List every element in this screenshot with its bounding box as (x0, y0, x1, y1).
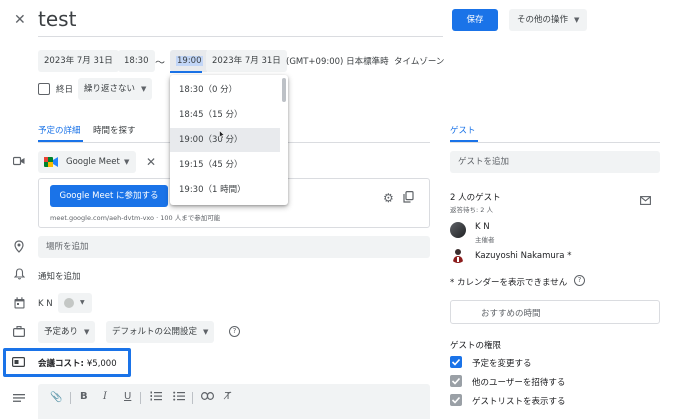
time-option[interactable]: 18:45（15 分） (170, 103, 280, 127)
permission-label: 他のユーザーを招待する (472, 378, 566, 388)
toolbar-divider (192, 392, 193, 404)
italic-icon[interactable]: I (103, 391, 107, 402)
chevron-down-icon: ▼ (124, 158, 130, 166)
end-date-button[interactable]: 2023年 7月 31日 (206, 50, 287, 72)
title-underline (38, 36, 443, 37)
tab-guests[interactable]: ゲスト (450, 124, 476, 136)
guest-name: Kazuyoshi Nakamura * (475, 251, 572, 261)
google-meet-icon (44, 156, 58, 171)
help-icon[interactable]: ? (229, 326, 240, 337)
meet-link[interactable]: meet.google.com/aeh-dvtm-vxo · 100 人まで参加… (50, 212, 220, 222)
close-icon[interactable]: ✕ (14, 12, 26, 28)
avatar (450, 247, 466, 263)
time-option[interactable]: 19:15（45 分） (170, 153, 280, 177)
permission-checkbox-invite[interactable] (450, 375, 462, 387)
visibility-dropdown[interactable]: デフォルトの公開設定 ▼ (106, 321, 215, 343)
more-actions-label: その他の操作 (517, 15, 569, 25)
end-time-underline (170, 71, 202, 73)
help-icon[interactable]: ? (574, 275, 585, 286)
location-input[interactable]: 場所を追加 (38, 236, 430, 258)
chevron-down-icon: ▼ (203, 328, 209, 336)
color-dot (64, 298, 74, 308)
toolbar-divider (70, 392, 71, 404)
calendar-icon (14, 297, 25, 311)
clear-format-icon[interactable]: T̸ (225, 391, 231, 402)
video-icon (12, 156, 25, 168)
time-option[interactable]: 18:30（0 分） (170, 78, 280, 102)
timezone-label: (GMT+09:00) 日本標準時 (286, 57, 389, 67)
repeat-dropdown[interactable]: 繰り返さない ▼ (78, 78, 153, 100)
range-separator: 〜 (155, 58, 165, 69)
permission-label: 予定を変更する (472, 359, 532, 369)
guest-permissions-title: ゲストの権限 (450, 341, 502, 351)
bulleted-list-icon[interactable] (173, 391, 185, 404)
money-icon (12, 357, 26, 369)
location-pin-icon (14, 240, 24, 255)
time-option-selected[interactable]: 19:00（30 分） (170, 128, 280, 152)
suggested-times-button[interactable]: おすすめの時間 (450, 300, 660, 324)
end-time-value: 19:00 (176, 56, 203, 66)
suggested-times-label: おすすめの時間 (481, 309, 541, 319)
bell-icon (13, 268, 26, 282)
meeting-cost-label: 会議コスト: (38, 359, 84, 369)
availability-dropdown[interactable]: 予定あり ▼ (38, 321, 96, 343)
bold-icon[interactable]: B (80, 391, 88, 402)
repeat-label: 繰り返さない (84, 84, 136, 94)
start-date-button[interactable]: 2023年 7月 31日 (38, 50, 119, 72)
meeting-cost-value: ¥5,000 (86, 359, 117, 369)
end-time-dropdown: 18:30（0 分） 18:45（15 分） 19:00（30 分） 19:15… (170, 75, 288, 205)
guest-name: K N (475, 222, 490, 232)
email-guests-icon[interactable] (640, 196, 651, 208)
dropdown-scrollbar[interactable] (282, 78, 286, 102)
avatar (450, 222, 466, 238)
attachment-icon[interactable]: 📎 (50, 392, 62, 403)
meeting-cost: 会議コスト: ¥5,000 (38, 357, 117, 369)
allday-checkbox[interactable] (38, 83, 50, 95)
toolbar-divider (140, 392, 141, 404)
add-guest-input[interactable]: ゲストを追加 (450, 151, 660, 173)
start-time-button[interactable]: 18:30 (118, 50, 155, 72)
more-actions-button[interactable]: その他の操作 ▼ (509, 9, 588, 31)
calendar-owner-label: K N (38, 299, 53, 309)
allday-label: 終日 (56, 85, 74, 95)
availability-label: 予定あり (44, 327, 79, 337)
calendar-color-picker[interactable]: ▼ (58, 293, 92, 313)
guests-tab-divider (450, 142, 660, 143)
meet-selector[interactable]: Google Meet ▼ (38, 151, 136, 173)
guest-role: 主催者 (475, 236, 495, 244)
description-toolbar (38, 384, 430, 419)
chevron-down-icon: ▼ (80, 299, 85, 306)
calendar-warning: * カレンダーを表示できません (450, 278, 568, 288)
chevron-down-icon: ▼ (574, 16, 580, 24)
guest-count: 2 人のゲスト (450, 193, 501, 203)
time-option[interactable]: 19:30（1 時間） (170, 178, 280, 202)
chevron-down-icon: ▼ (84, 328, 90, 336)
gear-icon[interactable]: ⚙ (383, 191, 394, 205)
timezone-link[interactable]: タイムゾーン (394, 55, 444, 67)
join-meet-button[interactable]: Google Meet に参加する (50, 185, 168, 207)
remove-meet-icon[interactable]: ✕ (146, 155, 156, 169)
tab-details[interactable]: 予定の詳細 (38, 124, 81, 136)
visibility-label: デフォルトの公開設定 (112, 327, 198, 337)
meet-label: Google Meet (66, 157, 120, 167)
add-notification-link[interactable]: 通知を追加 (38, 270, 81, 282)
end-time-button[interactable]: 19:00 (170, 50, 209, 72)
mouse-cursor-icon (219, 129, 226, 142)
numbered-list-icon[interactable] (150, 391, 162, 404)
pending-responses: 返答待ち: 2 人 (450, 206, 493, 214)
permission-checkbox-see-guests[interactable] (450, 394, 462, 406)
copy-icon[interactable] (403, 191, 414, 206)
tab-find-time[interactable]: 時間を探す (93, 124, 136, 136)
permission-label: ゲストリストを表示する (472, 397, 566, 407)
description-icon (13, 393, 25, 405)
link-icon[interactable] (201, 392, 215, 403)
permission-checkbox-modify[interactable] (450, 356, 462, 368)
underline-icon[interactable]: U (124, 391, 131, 402)
event-title-input[interactable]: test (38, 7, 76, 31)
save-button[interactable]: 保存 (452, 9, 498, 31)
chevron-down-icon: ▼ (141, 85, 147, 93)
briefcase-icon (13, 326, 26, 339)
